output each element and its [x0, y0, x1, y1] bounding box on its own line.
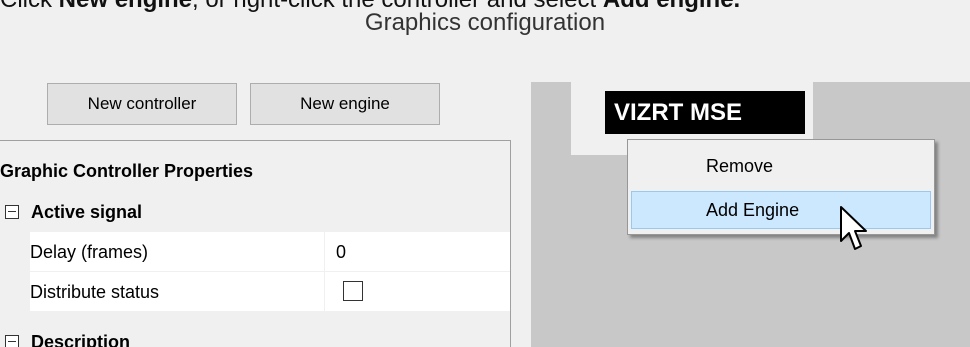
mouse-pointer-icon: [840, 206, 867, 250]
graphics-configuration-window: Graphics configuration New controller Ne…: [0, 0, 970, 347]
new-engine-button[interactable]: New engine: [250, 83, 440, 125]
controller-node-label: VIZRT MSE: [605, 91, 805, 134]
instruction-emphasis-new-engine: New engine: [59, 0, 192, 13]
property-row-distribute-status[interactable]: Distribute status: [30, 272, 510, 312]
menu-item-add-engine[interactable]: Add Engine: [631, 191, 931, 229]
property-grid-title: Graphic Controller Properties: [0, 161, 254, 181]
instruction-text: Click New engine, or right-click the con…: [0, 0, 970, 14]
delay-frames-value[interactable]: 0: [336, 232, 346, 272]
column-divider: [324, 272, 325, 312]
column-divider: [324, 232, 325, 272]
context-menu: Remove Add Engine: [627, 139, 935, 235]
category-description[interactable]: Description: [0, 322, 510, 347]
instruction-emphasis-add-engine: Add engine.: [603, 0, 740, 13]
property-grid-header: Graphic Controller Properties: [0, 140, 510, 192]
property-name: Delay (frames): [30, 242, 149, 262]
category-label: Description: [31, 331, 131, 347]
collapse-icon[interactable]: [5, 205, 19, 219]
property-grid: Graphic Controller Properties Active sig…: [0, 140, 511, 347]
category-active-signal[interactable]: Active signal: [0, 192, 510, 232]
collapse-icon[interactable]: [5, 335, 19, 347]
instruction-middle: , or right-click the controller and sele…: [192, 0, 603, 13]
instruction-prefix: Click: [0, 0, 59, 13]
distribute-status-checkbox[interactable]: [343, 281, 363, 301]
category-label: Active signal: [31, 201, 143, 222]
menu-item-remove[interactable]: Remove: [631, 147, 931, 185]
property-name: Distribute status: [30, 282, 160, 302]
new-controller-button[interactable]: New controller: [47, 83, 237, 125]
property-row-delay[interactable]: Delay (frames) 0: [30, 232, 510, 272]
